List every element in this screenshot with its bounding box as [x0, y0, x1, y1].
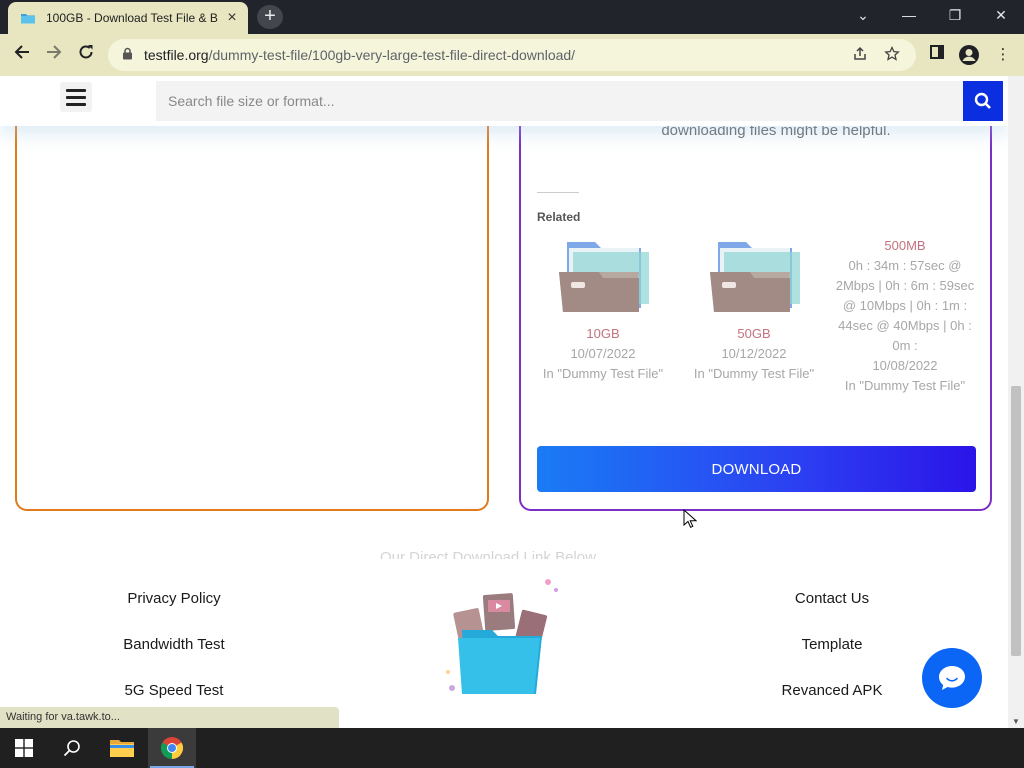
footer-link-revanced-apk[interactable]: Revanced APK — [732, 682, 932, 699]
minimize-icon[interactable]: — — [886, 0, 932, 30]
related-item[interactable]: 50GB 10/12/2022 In "Dummy Test File" — [684, 236, 824, 384]
footer-link-5g-speed-test[interactable]: 5G Speed Test — [74, 682, 274, 699]
tab-search-dropdown-icon[interactable]: ⌄ — [840, 0, 886, 30]
forward-icon[interactable] — [42, 43, 66, 67]
chat-bubble-icon — [939, 666, 965, 690]
reload-icon[interactable] — [74, 43, 98, 67]
url-text[interactable]: testfile.org/dummy-test-file/100gb-very-… — [144, 47, 838, 63]
related-link[interactable]: 50GB — [684, 324, 824, 344]
tab-title: 100GB - Download Test File & B — [46, 11, 218, 25]
folder-favicon-icon — [21, 14, 35, 24]
mouse-cursor-icon — [683, 509, 697, 528]
profile-avatar-icon[interactable] — [958, 44, 980, 66]
related-category: In "Dummy Test File" — [542, 366, 664, 381]
new-tab-button[interactable]: + — [257, 5, 283, 29]
search-icon — [974, 92, 991, 109]
browser-menu-kebab-icon[interactable]: ⋮ — [992, 44, 1014, 66]
taskbar-search-icon[interactable] — [48, 728, 96, 768]
scrollbar-thumb[interactable] — [1011, 386, 1021, 656]
windows-start-icon[interactable] — [0, 728, 48, 768]
site-header — [0, 76, 1008, 126]
related-divider — [537, 192, 579, 193]
share-icon[interactable] — [850, 46, 870, 65]
folder-thumbnail-icon[interactable] — [553, 236, 653, 316]
lock-icon[interactable] — [122, 47, 134, 63]
browser-toolbar: testfile.org/dummy-test-file/100gb-very-… — [0, 34, 1024, 76]
chrome-taskbar-icon[interactable] — [148, 728, 196, 768]
footer-link-privacy-policy[interactable]: Privacy Policy — [74, 590, 274, 607]
related-category: In "Dummy Test File" — [693, 366, 815, 381]
related-category: In "Dummy Test File" — [844, 378, 966, 393]
search-input[interactable] — [156, 81, 964, 121]
window-controls: ⌄ — ❐ ✕ — [840, 0, 1024, 34]
back-icon[interactable] — [10, 43, 34, 67]
browser-status-bar: Waiting for va.tawk.to... — [0, 707, 339, 728]
related-description: 0h : 34m : 57sec @ 2Mbps | 0h : 6m : 59s… — [835, 258, 975, 353]
web-page: downloading files might be helpful. Rela… — [0, 76, 1008, 728]
footer-link-template[interactable]: Template — [732, 636, 932, 653]
related-heading: Related — [537, 210, 581, 224]
folder-thumbnail-icon[interactable] — [704, 236, 804, 316]
left-content-card — [15, 96, 489, 511]
file-explorer-icon[interactable] — [98, 728, 146, 768]
section-heading-faded: Our Direct Download Link Below — [380, 549, 596, 559]
hamburger-menu-icon[interactable] — [60, 82, 92, 112]
related-date: 10/08/2022 — [872, 358, 938, 373]
address-bar[interactable]: testfile.org/dummy-test-file/100gb-very-… — [108, 39, 916, 71]
folder-illustration-icon — [446, 579, 558, 694]
side-panel-icon[interactable] — [926, 44, 948, 66]
related-link[interactable]: 500MB — [835, 236, 975, 256]
windows-taskbar — [0, 728, 1024, 768]
page-scrollbar[interactable]: ▼ — [1008, 76, 1024, 728]
download-card: downloading files might be helpful. Rela… — [519, 96, 992, 511]
related-link[interactable]: 10GB — [533, 324, 673, 344]
search-button[interactable] — [963, 81, 1003, 121]
footer-link-bandwidth-test[interactable]: Bandwidth Test — [74, 636, 274, 653]
restore-icon[interactable]: ❐ — [932, 0, 978, 30]
tab-close-icon[interactable]: × — [224, 10, 240, 26]
download-button[interactable]: DOWNLOAD — [537, 446, 976, 492]
footer-link-contact-us[interactable]: Contact Us — [732, 590, 932, 607]
related-item[interactable]: 500MB 0h : 34m : 57sec @ 2Mbps | 0h : 6m… — [835, 236, 975, 396]
bookmark-star-icon[interactable] — [882, 45, 902, 65]
browser-tab-strip: 100GB - Download Test File & B × + ⌄ — ❐… — [0, 0, 1024, 34]
close-window-icon[interactable]: ✕ — [978, 0, 1024, 30]
related-item[interactable]: 10GB 10/07/2022 In "Dummy Test File" — [533, 236, 673, 384]
chat-widget-button[interactable] — [922, 648, 982, 708]
related-date: 10/12/2022 — [721, 346, 787, 361]
browser-tab-active[interactable]: 100GB - Download Test File & B × — [8, 2, 248, 34]
related-date: 10/07/2022 — [570, 346, 636, 361]
scroll-down-arrow-icon[interactable]: ▼ — [1008, 717, 1024, 726]
